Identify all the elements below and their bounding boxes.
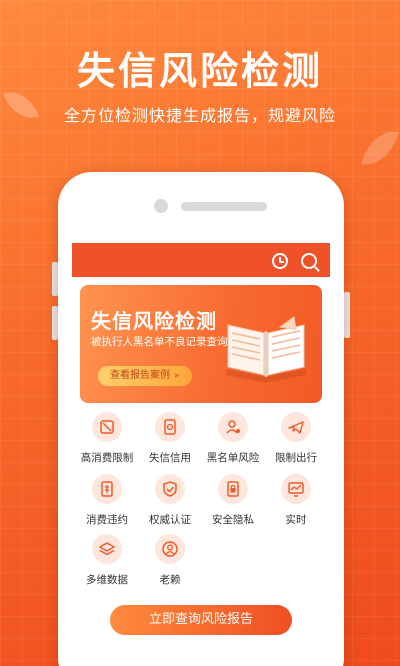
shield-check-icon (155, 474, 185, 504)
phone-power-button (344, 292, 350, 338)
feature-label: 高消费限制 (80, 452, 134, 464)
feature-label: 多维数据 (86, 574, 128, 586)
view-report-example-label: 查看报告案例 (110, 370, 170, 381)
view-report-example-button[interactable]: 查看报告案例 » (98, 366, 192, 386)
layers-icon (92, 534, 122, 564)
credit-doc-icon (155, 412, 185, 442)
feature-label: 消费违约 (86, 514, 128, 526)
person-circle-icon (155, 534, 185, 564)
feature-label: 权威认证 (149, 514, 191, 526)
feature-label: 实时 (285, 514, 307, 526)
double-chevron-right-icon: » (174, 371, 180, 381)
person-alert-icon (218, 412, 248, 442)
open-book-icon (226, 316, 306, 383)
feature-label: 限制出行 (275, 452, 317, 464)
feature-item-consumption-default[interactable]: 消费违约 (75, 474, 139, 527)
banner-subtitle: 被执行人黑名单不良记录查询 (91, 336, 228, 348)
feature-item-blacklist-risk[interactable]: 黑名单风险 (201, 412, 265, 465)
hero-subtitle: 全方位检测快捷生成报告，规避风险 (63, 106, 336, 125)
feature-item-multidimensional-data[interactable]: 多维数据 (75, 534, 139, 587)
banner-title: 失信风险检测 (91, 309, 217, 333)
feature-item-realtime[interactable]: 实时 (264, 474, 328, 527)
feature-label: 黑名单风险 (206, 452, 260, 464)
promo-banner[interactable]: 失信风险检测 被执行人黑名单不良记录查询 查看报告案例 » (80, 285, 322, 403)
phone-speaker (181, 202, 267, 211)
restriction-icon (92, 412, 122, 442)
hero-title: 失信风险检测 (76, 49, 323, 93)
app-screen: 失信风险检测 被执行人黑名单不良记录查询 查看报告案例 » 高消费限制 失信信用 (72, 243, 330, 666)
search-icon[interactable] (301, 253, 317, 269)
feature-label: 安全隐私 (212, 514, 254, 526)
feature-item-high-consumption[interactable]: 高消费限制 (75, 412, 139, 465)
feature-item-dishonest-credit[interactable]: 失信信用 (138, 412, 202, 465)
feature-label: 失信信用 (149, 452, 191, 464)
feature-item-security-privacy[interactable]: 安全隐私 (201, 474, 265, 527)
monitor-icon (281, 474, 311, 504)
plane-icon (281, 412, 311, 442)
feature-label: 老赖 (159, 574, 181, 586)
feature-item-authority-certification[interactable]: 权威认证 (138, 474, 202, 527)
clock-icon[interactable] (272, 253, 288, 269)
feature-item-travel-restriction[interactable]: 限制出行 (264, 412, 328, 465)
app-topbar (72, 243, 330, 277)
query-risk-report-button[interactable]: 立即查询风险报告 (110, 605, 292, 635)
receipt-icon (92, 474, 122, 504)
feature-item-deadbeat[interactable]: 老赖 (138, 534, 202, 587)
lock-doc-icon (218, 474, 248, 504)
phone-camera (154, 199, 168, 213)
